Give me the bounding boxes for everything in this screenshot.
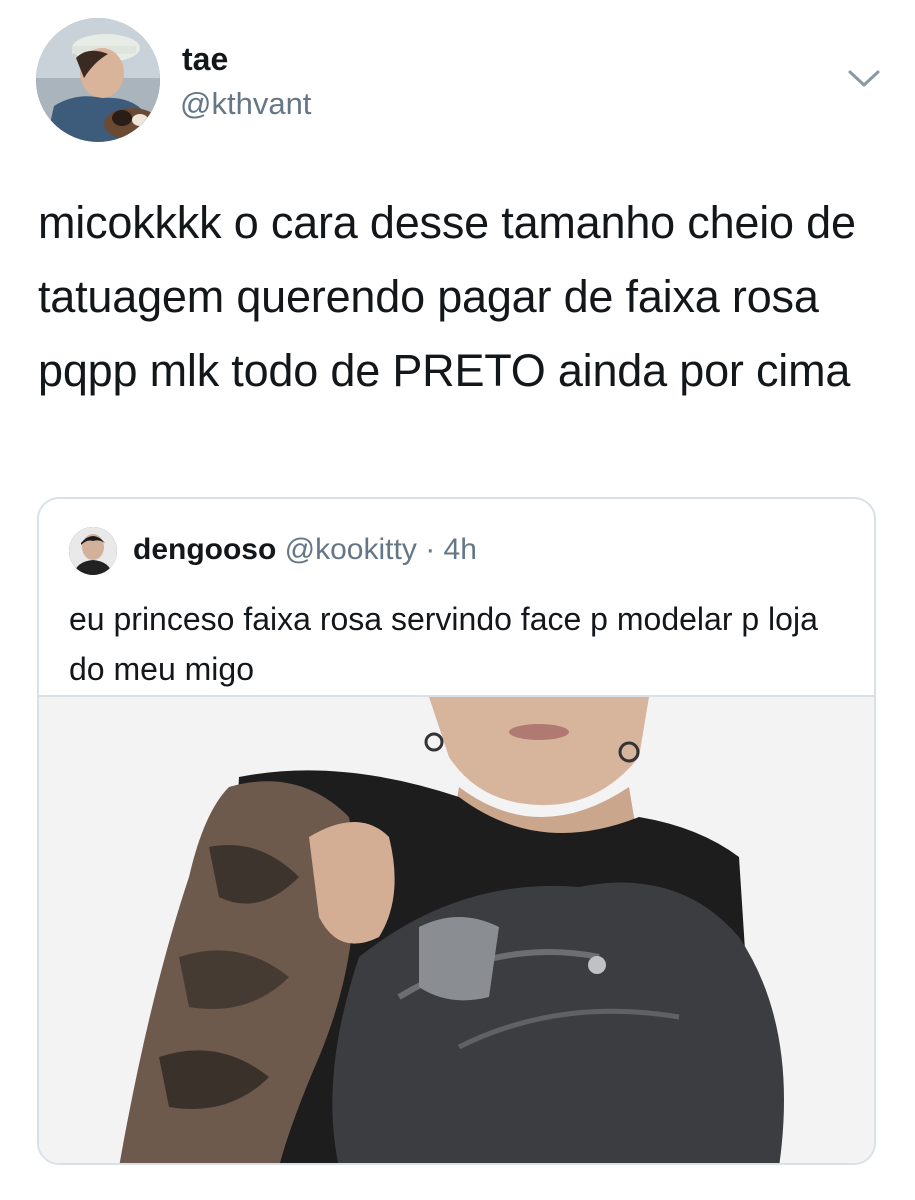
quoted-author-handle[interactable]: @kookitty bbox=[285, 533, 417, 566]
photo-media-icon bbox=[39, 697, 874, 1163]
separator-dot: · bbox=[425, 533, 436, 566]
profile-photo-icon bbox=[36, 18, 160, 142]
quoted-author-avatar[interactable] bbox=[69, 527, 117, 575]
quoted-tweet-card[interactable]: dengooso @kookitty · 4h eu princeso faix… bbox=[37, 497, 876, 1165]
quoted-tweet-time[interactable]: 4h bbox=[444, 533, 477, 566]
profile-photo-icon bbox=[69, 527, 117, 575]
quoted-tweet-media[interactable] bbox=[39, 697, 874, 1163]
author-avatar[interactable] bbox=[36, 18, 160, 142]
tweet-text: micokkkk o cara desse tamanho cheio de t… bbox=[38, 197, 856, 396]
quoted-tweet-header: dengooso @kookitty · 4h bbox=[133, 531, 477, 569]
author-handle[interactable]: @kthvant bbox=[180, 86, 311, 122]
quoted-author-name[interactable]: dengooso bbox=[133, 533, 276, 566]
chevron-down-icon bbox=[848, 70, 880, 87]
quoted-tweet-text: eu princeso faixa rosa servindo face p m… bbox=[69, 601, 818, 687]
more-options-button[interactable] bbox=[844, 64, 884, 92]
author-name[interactable]: tae bbox=[182, 40, 228, 78]
